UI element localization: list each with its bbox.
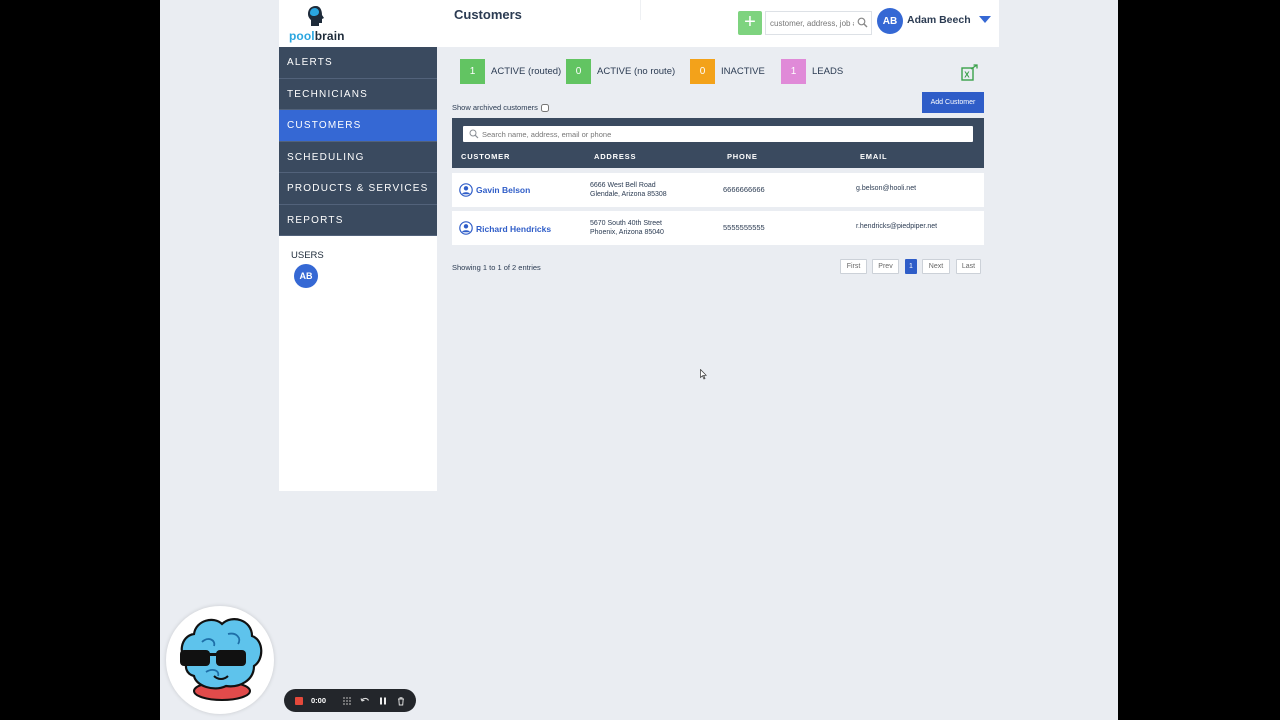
sidebar-item-scheduling[interactable]: SCHEDULING: [279, 141, 437, 173]
drag-handle-icon[interactable]: [342, 696, 352, 706]
sidebar-item-customers[interactable]: CUSTOMERS: [279, 110, 437, 142]
sidebar-nav: ALERTS TECHNICIANS CUSTOMERS SCHEDULING …: [279, 47, 437, 236]
app-stage: poolbrain ALERTS TECHNICIANS CUSTOMERS S…: [160, 0, 1118, 720]
svg-text:X: X: [964, 71, 970, 80]
table-row[interactable]: Gavin Belson 6666 West Bell Road Glendal…: [452, 173, 984, 207]
stat-leads[interactable]: 1 LEADS: [781, 59, 843, 84]
column-header-email[interactable]: EMAIL: [860, 152, 887, 161]
pager-prev-button[interactable]: Prev: [872, 259, 899, 274]
customer-email: g.belson@hooli.net: [856, 185, 917, 192]
stat-count: 1: [781, 59, 806, 84]
column-header-address[interactable]: ADDRESS: [594, 152, 636, 161]
stat-count: 0: [566, 59, 591, 84]
excel-export-icon[interactable]: X: [961, 64, 979, 81]
recording-toolbar: 0:00: [284, 689, 416, 712]
pager-last-button[interactable]: Last: [956, 259, 981, 274]
address-line-1: 5670 South 40th Street: [590, 220, 662, 227]
show-archived-label: Show archived customers: [452, 103, 538, 112]
stop-recording-button[interactable]: [295, 696, 303, 705]
customer-name-link[interactable]: Richard Hendricks: [476, 224, 551, 234]
logo-text-pool: pool: [289, 29, 315, 43]
header-divider: [640, 0, 641, 20]
customer-email: r.hendricks@piedpiper.net: [856, 223, 938, 230]
entries-info: Showing 1 to 1 of 2 entries: [452, 263, 541, 272]
customer-phone: 5555555555: [723, 223, 765, 232]
restart-icon[interactable]: [360, 696, 370, 706]
header: Customers + AB Adam Beech: [437, 0, 999, 47]
header-user-name[interactable]: Adam Beech: [907, 14, 971, 26]
show-archived-toggle[interactable]: Show archived customers: [452, 103, 549, 112]
sidebar-item-alerts[interactable]: ALERTS: [279, 47, 437, 79]
show-archived-checkbox[interactable]: [540, 103, 549, 112]
logo-text-brain: brain: [314, 29, 345, 43]
table-search-input[interactable]: [482, 126, 962, 142]
stat-active-no-route[interactable]: 0 ACTIVE (no route): [566, 59, 675, 84]
address-line-2: Phoenix, Arizona 85040: [590, 229, 664, 236]
search-icon[interactable]: [857, 17, 868, 28]
users-section: USERS AB: [279, 236, 437, 288]
quick-add-button[interactable]: +: [738, 11, 762, 35]
global-search: [765, 11, 872, 35]
sidebar-item-technicians[interactable]: TECHNICIANS: [279, 78, 437, 110]
table-row[interactable]: Richard Hendricks 5670 South 40th Street…: [452, 211, 984, 245]
webcam-mascot[interactable]: [166, 606, 274, 714]
pause-icon[interactable]: [378, 696, 388, 706]
stat-inactive[interactable]: 0 INACTIVE: [690, 59, 765, 84]
person-icon: [459, 183, 473, 197]
person-icon: [459, 221, 473, 235]
search-icon: [469, 129, 479, 139]
sidebar: poolbrain ALERTS TECHNICIANS CUSTOMERS S…: [279, 0, 437, 491]
stat-label: ACTIVE (no route): [597, 66, 676, 77]
pager-first-button[interactable]: First: [840, 259, 867, 274]
recording-timer: 0:00: [311, 696, 327, 705]
users-label: USERS: [291, 250, 324, 261]
header-user-avatar[interactable]: AB: [877, 8, 903, 34]
sidebar-item-products-services[interactable]: PRODUCTS & SERVICES: [279, 173, 437, 205]
delete-icon[interactable]: [396, 696, 406, 706]
customer-table-header: CUSTOMER ADDRESS PHONE EMAIL: [452, 118, 984, 168]
stat-label: LEADS: [812, 66, 844, 77]
chevron-down-icon[interactable]: [979, 16, 991, 23]
stat-active-routed[interactable]: 1 ACTIVE (routed): [460, 59, 561, 84]
user-avatar[interactable]: AB: [294, 264, 318, 288]
stat-count: 1: [460, 59, 485, 84]
pager-page-1[interactable]: 1: [905, 259, 917, 274]
brain-head-icon: [308, 6, 324, 26]
customer-name-link[interactable]: Gavin Belson: [476, 185, 530, 195]
add-customer-button[interactable]: Add Customer: [922, 92, 984, 113]
stat-label: INACTIVE: [721, 66, 765, 77]
poolbrain-logo[interactable]: poolbrain: [279, 0, 437, 47]
mouse-pointer-icon: [700, 369, 707, 380]
column-header-customer[interactable]: CUSTOMER: [461, 152, 510, 161]
global-search-input[interactable]: [766, 12, 854, 34]
address-line-1: 6666 West Bell Road: [590, 182, 656, 189]
customer-phone: 6666666666: [723, 185, 765, 194]
brain-mascot-icon: [180, 618, 263, 701]
address-line-2: Glendale, Arizona 85308: [590, 191, 667, 198]
column-header-phone[interactable]: PHONE: [727, 152, 758, 161]
table-search: [463, 126, 973, 142]
page-title: Customers: [454, 7, 522, 22]
stat-count: 0: [690, 59, 715, 84]
stat-label: ACTIVE (routed): [491, 66, 562, 77]
sidebar-item-reports[interactable]: REPORTS: [279, 204, 437, 236]
pager-next-button[interactable]: Next: [922, 259, 950, 274]
